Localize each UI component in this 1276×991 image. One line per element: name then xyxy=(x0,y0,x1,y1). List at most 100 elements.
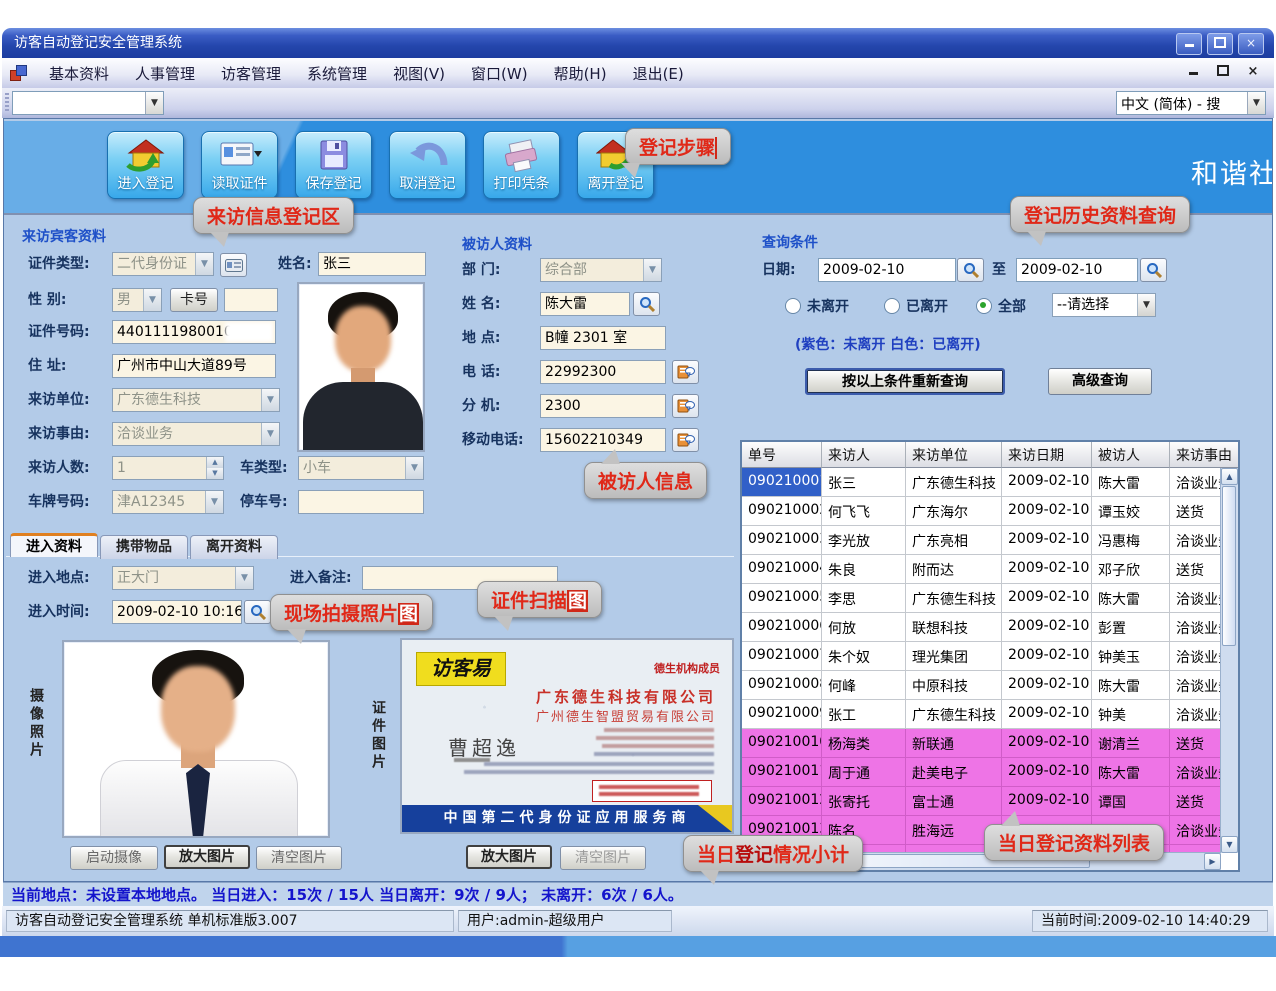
table-cell[interactable]: 何峰 xyxy=(822,671,906,700)
enter-time-field[interactable]: 2009-02-10 10:16 xyxy=(112,600,242,624)
cert-no-field[interactable]: 4401111980010 xyxy=(112,320,276,344)
table-cell[interactable]: 朱良 xyxy=(822,555,906,584)
ext-field[interactable]: 2300 xyxy=(540,394,666,418)
advanced-query-button[interactable]: 高级查询 xyxy=(1048,368,1152,395)
table-row[interactable]: 090210007朱个奴理光集团2009-02-10钟美玉洽谈业务 xyxy=(742,642,1221,671)
visitor-name-field[interactable]: 张三 xyxy=(318,252,426,276)
table-cell[interactable]: 中原科技 xyxy=(906,671,1002,700)
table-cell[interactable]: 送货 xyxy=(1170,555,1221,584)
table-cell[interactable]: 附而达 xyxy=(906,555,1002,584)
table-cell[interactable]: 090210011 xyxy=(742,758,822,787)
table-cell[interactable]: 090210010 xyxy=(742,729,822,758)
table-cell[interactable]: 洽谈业务 xyxy=(1170,584,1221,613)
radio-not-left[interactable]: 未离开 xyxy=(785,296,849,316)
table-cell[interactable]: 邓子欣 xyxy=(1092,555,1170,584)
search-person-button[interactable] xyxy=(633,292,660,316)
table-cell[interactable]: 2009-02-10 xyxy=(1002,555,1092,584)
radio-left[interactable]: 已离开 xyxy=(884,296,948,316)
table-row[interactable]: 090210005李思广东德生科技2009-02-10陈大雷洽谈业务 xyxy=(742,584,1221,613)
notify-ext-button[interactable] xyxy=(672,394,699,418)
table-cell[interactable]: 090210003 xyxy=(742,526,822,555)
table-cell[interactable]: 陈大雷 xyxy=(1092,584,1170,613)
print-receipt-button[interactable]: 打印凭条 xyxy=(483,131,560,199)
table-cell[interactable]: 何飞飞 xyxy=(822,497,906,526)
zoom-card-button[interactable]: 放大图片 xyxy=(466,845,552,869)
table-cell[interactable]: 090210012 xyxy=(742,787,822,816)
table-cell[interactable]: 090210004 xyxy=(742,555,822,584)
scroll-down-icon[interactable]: ▼ xyxy=(1221,836,1238,853)
card-no-field[interactable] xyxy=(224,288,278,312)
phone-field[interactable]: 22992300 xyxy=(540,360,666,384)
table-cell[interactable]: 洽谈业务 xyxy=(1170,816,1221,845)
visit-reason-select[interactable]: 洽谈业务▼ xyxy=(112,422,280,446)
table-cell[interactable]: 张工 xyxy=(822,700,906,729)
table-cell[interactable]: 周于通 xyxy=(822,758,906,787)
table-cell[interactable]: 新联通 xyxy=(906,729,1002,758)
table-cell[interactable]: 钟美 xyxy=(1092,700,1170,729)
quick-combo[interactable]: ▼ xyxy=(12,91,164,115)
table-row[interactable]: 090210001张三广东德生科技2009-02-10陈大雷洽谈业务 xyxy=(742,468,1221,497)
table-cell[interactable]: 广东德生科技 xyxy=(906,468,1002,497)
table-cell[interactable]: 谢清兰 xyxy=(1092,729,1170,758)
table-cell[interactable]: 2009-02-10 xyxy=(1002,671,1092,700)
gender-select[interactable]: 男▼ xyxy=(112,288,162,312)
chevron-down-icon[interactable]: ▼ xyxy=(1247,92,1265,114)
table-cell[interactable]: 090210006 xyxy=(742,613,822,642)
table-cell[interactable]: 2009-02-10 xyxy=(1002,613,1092,642)
table-cell[interactable]: 洽谈业务 xyxy=(1170,671,1221,700)
close-button[interactable]: × xyxy=(1238,33,1264,55)
table-cell[interactable]: 理光集团 xyxy=(906,642,1002,671)
table-cell[interactable]: 090210005 xyxy=(742,584,822,613)
table-cell[interactable]: 何放 xyxy=(822,613,906,642)
menu-item-window[interactable]: 窗口(W) xyxy=(458,63,541,84)
menu-item-view[interactable]: 视图(V) xyxy=(380,63,458,84)
table-cell[interactable]: 陈大雷 xyxy=(1092,468,1170,497)
mdi-restore-button[interactable] xyxy=(1212,62,1234,82)
table-cell[interactable]: 谭国 xyxy=(1092,787,1170,816)
visit-company-select[interactable]: 广东德生科技▼ xyxy=(112,388,280,412)
chevron-down-icon[interactable]: ▼ xyxy=(145,92,163,114)
notify-mobile-button[interactable] xyxy=(672,428,699,452)
table-cell[interactable]: 张三 xyxy=(822,468,906,497)
table-row[interactable]: 090210011周于通赴美电子2009-02-10陈大雷洽谈业务 xyxy=(742,758,1221,787)
tab-enter-info[interactable]: 进入资料 xyxy=(10,533,98,557)
notify-phone-button[interactable] xyxy=(672,360,699,384)
vertical-scrollbar[interactable]: ▲ ▼ xyxy=(1220,468,1238,853)
table-cell[interactable]: 冯惠梅 xyxy=(1092,526,1170,555)
table-cell[interactable]: 赴美电子 xyxy=(906,758,1002,787)
parking-field[interactable] xyxy=(298,490,424,514)
people-count-stepper[interactable]: 1 ▲▼ xyxy=(112,456,224,480)
filter-select[interactable]: --请选择▼ xyxy=(1052,293,1156,317)
table-cell[interactable]: 2009-02-10 xyxy=(1002,497,1092,526)
dept-select[interactable]: 综合部▼ xyxy=(540,258,662,282)
table-row[interactable]: 090210002何飞飞广东海尔2009-02-10谭玉姣送货 xyxy=(742,497,1221,526)
cert-type-select[interactable]: 二代身份证▼ xyxy=(112,252,214,276)
minimize-button[interactable] xyxy=(1176,33,1202,55)
menu-item-system[interactable]: 系统管理 xyxy=(294,63,380,84)
restore-button[interactable] xyxy=(1207,33,1233,55)
table-cell[interactable]: 洽谈业务 xyxy=(1170,526,1221,555)
table-row[interactable]: 090210008何峰中原科技2009-02-10陈大雷洽谈业务 xyxy=(742,671,1221,700)
save-register-button[interactable]: 保存登记 xyxy=(295,131,372,199)
vscroll-thumb[interactable] xyxy=(1222,486,1236,646)
requery-button[interactable]: 按以上条件重新查询 xyxy=(805,368,1005,395)
title-bar[interactable]: 访客自动登记安全管理系统 × xyxy=(2,28,1274,58)
table-cell[interactable]: 送货 xyxy=(1170,729,1221,758)
table-cell[interactable]: 广东德生科技 xyxy=(906,700,1002,729)
table-cell[interactable]: 富士通 xyxy=(906,787,1002,816)
table-cell[interactable]: 送货 xyxy=(1170,497,1221,526)
column-header[interactable]: 单号 xyxy=(742,442,822,468)
mdi-close-button[interactable]: × xyxy=(1242,62,1264,82)
table-row[interactable]: 090210006何放联想科技2009-02-10彭置洽谈业务 xyxy=(742,613,1221,642)
language-bar[interactable]: 中文 (简体) - 搜 ▼ xyxy=(1116,91,1266,115)
menu-item-hr[interactable]: 人事管理 xyxy=(122,63,208,84)
clear-photo-button[interactable]: 清空图片 xyxy=(256,846,342,870)
card-no-button[interactable]: 卡号 xyxy=(170,288,218,312)
tab-carried-items[interactable]: 携带物品 xyxy=(100,535,188,559)
clear-card-button[interactable]: 清空图片 xyxy=(560,846,646,870)
table-cell[interactable]: 2009-02-10 xyxy=(1002,526,1092,555)
table-cell[interactable]: 洽谈业务 xyxy=(1170,642,1221,671)
table-cell[interactable]: 090210001 xyxy=(742,468,822,497)
table-cell[interactable]: 送货 xyxy=(1170,787,1221,816)
table-cell[interactable]: 谭玉姣 xyxy=(1092,497,1170,526)
